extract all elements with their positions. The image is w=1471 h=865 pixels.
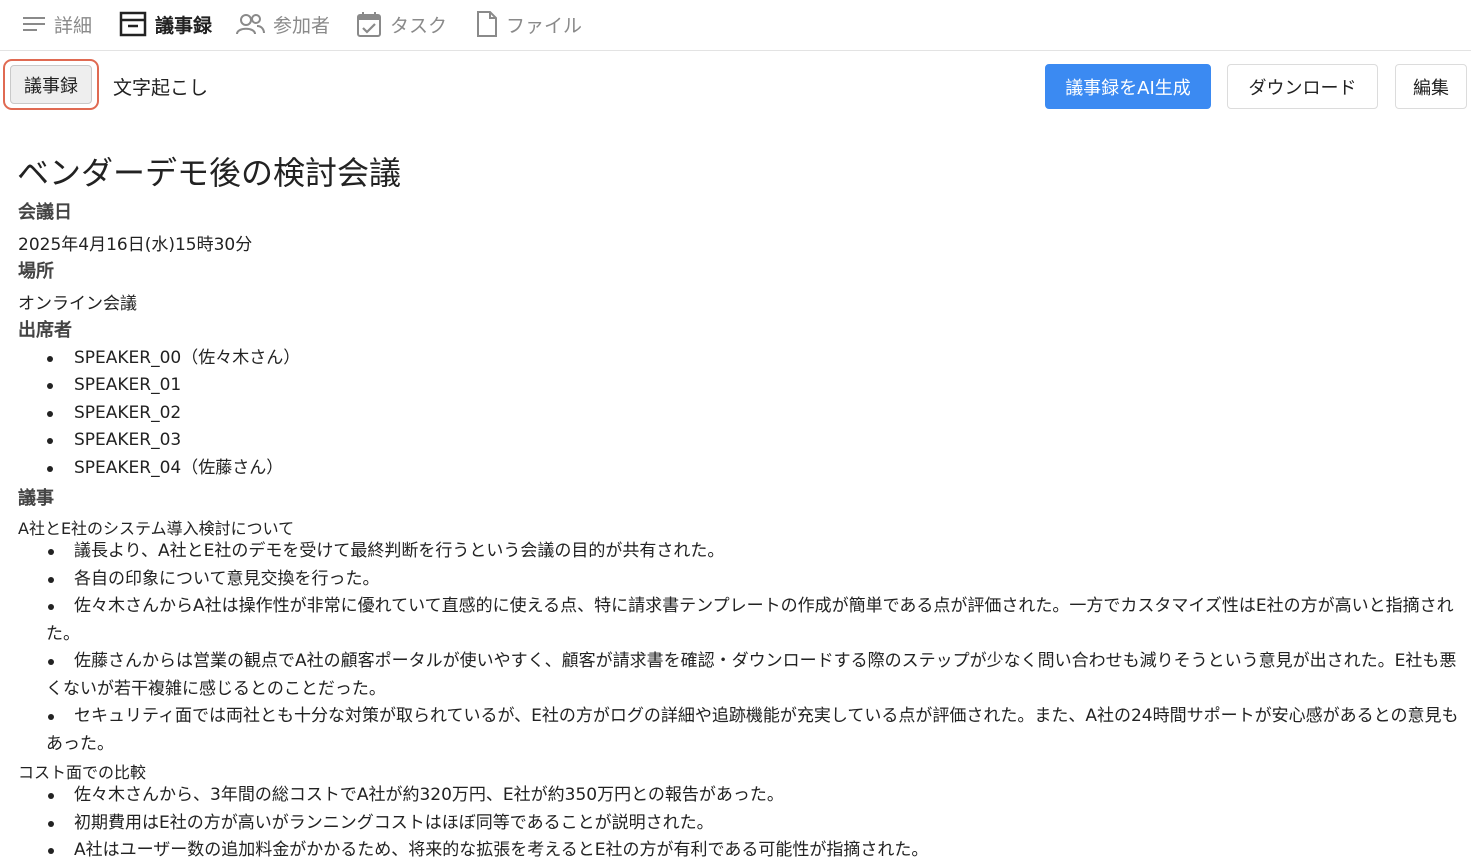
list-item: 各自の印象について意見交換を行った。 (46, 566, 1466, 594)
place-label: 場所 (18, 261, 54, 282)
file-icon (477, 11, 497, 37)
tab-minutes-label: 議事録 (155, 14, 213, 37)
list-item: SPEAKER_02 (18, 400, 300, 427)
list-icon (23, 17, 45, 31)
item-text: 佐々木さんからA社は操作性が非常に優れていて直感的に使える点、特に請求書テンプレ… (46, 596, 1454, 644)
meeting-date-value: 2025年4月16日(水)15時30分 (18, 235, 253, 255)
place-value: オンライン会議 (18, 294, 137, 314)
subtab-minutes-label: 議事録 (10, 65, 92, 104)
tab-details[interactable]: 詳細 (22, 8, 92, 40)
item-text: 初期費用はE社の方が高いがランニングコストはほぼ同等であることが説明された。 (74, 813, 714, 833)
list-item: 議長より、A社とE社のデモを受けて最終判断を行うという会議の目的が共有された。 (46, 538, 1466, 566)
tab-participants-label: 参加者 (273, 14, 331, 37)
page-title: ベンダーデモ後の検討会議 (17, 154, 402, 192)
attendee-list: SPEAKER_00（佐々木さん） SPEAKER_01 SPEAKER_02 … (18, 345, 300, 482)
attendee-name: SPEAKER_00（佐々木さん） (74, 348, 301, 368)
bullet (47, 438, 53, 445)
item-text: 佐々木さんから、3年間の総コストでA社が約320万円、E社が約350万円との報告… (74, 785, 784, 805)
list-item: 初期費用はE社の方が高いがランニングコストはほぼ同等であることが説明された。 (46, 810, 1466, 838)
item-text: セキュリティ面では両社とも十分な対策が取られているが、E社の方がログの詳細や追跡… (46, 706, 1459, 754)
bullet (48, 848, 54, 854)
minutes-icon (119, 11, 147, 37)
bullet (48, 604, 54, 610)
list-item: A社はユーザー数の追加料金がかかるため、将来的な拡張を考えるとE社の方が有利であ… (46, 837, 1466, 865)
tab-tasks[interactable]: タスク (356, 8, 447, 40)
list-item: 佐々木さんから、3年間の総コストでA社が約320万円、E社が約350万円との報告… (46, 782, 1466, 810)
meeting-date-label: 会議日 (18, 202, 72, 223)
list-item: セキュリティ面では両社とも十分な対策が取られているが、E社の方がログの詳細や追跡… (46, 703, 1466, 758)
agenda-label: 議事 (18, 488, 54, 509)
tab-files[interactable]: ファイル (476, 8, 582, 40)
tab-details-label: 詳細 (54, 14, 93, 37)
tab-tasks-label: タスク (390, 14, 448, 37)
list-item: SPEAKER_00（佐々木さん） (18, 345, 300, 372)
calendar-check-icon (357, 12, 381, 37)
list-item: 佐藤さんからは営業の観点でA社の顧客ポータルが使いやすく、顧客が請求書を確認・ダ… (46, 648, 1466, 703)
tab-participants[interactable]: 参加者 (235, 8, 330, 40)
people-icon (236, 14, 265, 35)
section-title: コスト面での比較 (18, 763, 147, 782)
ai-generate-button[interactable]: 議事録をAI生成 (1045, 64, 1211, 109)
bullet (48, 714, 54, 720)
bullet (48, 793, 54, 799)
bullet (47, 410, 53, 417)
top-tab-bar: 詳細 議事録 参加者 タスク ファイル (0, 0, 1471, 51)
item-text: 議長より、A社とE社のデモを受けて最終判断を行うという会議の目的が共有された。 (74, 541, 725, 561)
attendees-label: 出席者 (18, 320, 72, 341)
tab-minutes[interactable]: 議事録 (119, 8, 212, 40)
item-text: 佐藤さんからは営業の観点でA社の顧客ポータルが使いやすく、顧客が請求書を確認・ダ… (46, 651, 1457, 699)
list-item: SPEAKER_03 (18, 427, 300, 454)
section-title: A社とE社のシステム導入検討について (18, 519, 295, 538)
attendee-name: SPEAKER_03 (74, 430, 182, 451)
bullet (47, 356, 53, 362)
bullet (48, 577, 54, 583)
list-item: 佐々木さんからA社は操作性が非常に優れていて直感的に使える点、特に請求書テンプレ… (46, 593, 1466, 648)
item-text: 各自の印象について意見交換を行った。 (74, 569, 380, 589)
bullet (48, 659, 54, 665)
bullet (47, 465, 53, 472)
edit-button[interactable]: 編集 (1395, 64, 1467, 109)
download-button[interactable]: ダウンロード (1227, 64, 1378, 109)
attendee-name: SPEAKER_01 (74, 375, 182, 396)
bullet (48, 549, 54, 555)
bullet (48, 821, 54, 827)
attendee-name: SPEAKER_02 (74, 402, 182, 423)
item-text: A社はユーザー数の追加料金がかかるため、将来的な拡張を考えるとE社の方が有利であ… (74, 840, 929, 860)
subtab-transcript[interactable]: 文字起こし (113, 73, 208, 100)
tab-files-label: ファイル (506, 14, 583, 37)
list-item: SPEAKER_01 (18, 372, 300, 399)
list-item: SPEAKER_04（佐藤さん） (18, 455, 300, 482)
bullet (47, 383, 53, 390)
subtab-minutes[interactable]: 議事録 (3, 59, 99, 110)
attendee-name: SPEAKER_04（佐藤さん） (74, 457, 284, 478)
